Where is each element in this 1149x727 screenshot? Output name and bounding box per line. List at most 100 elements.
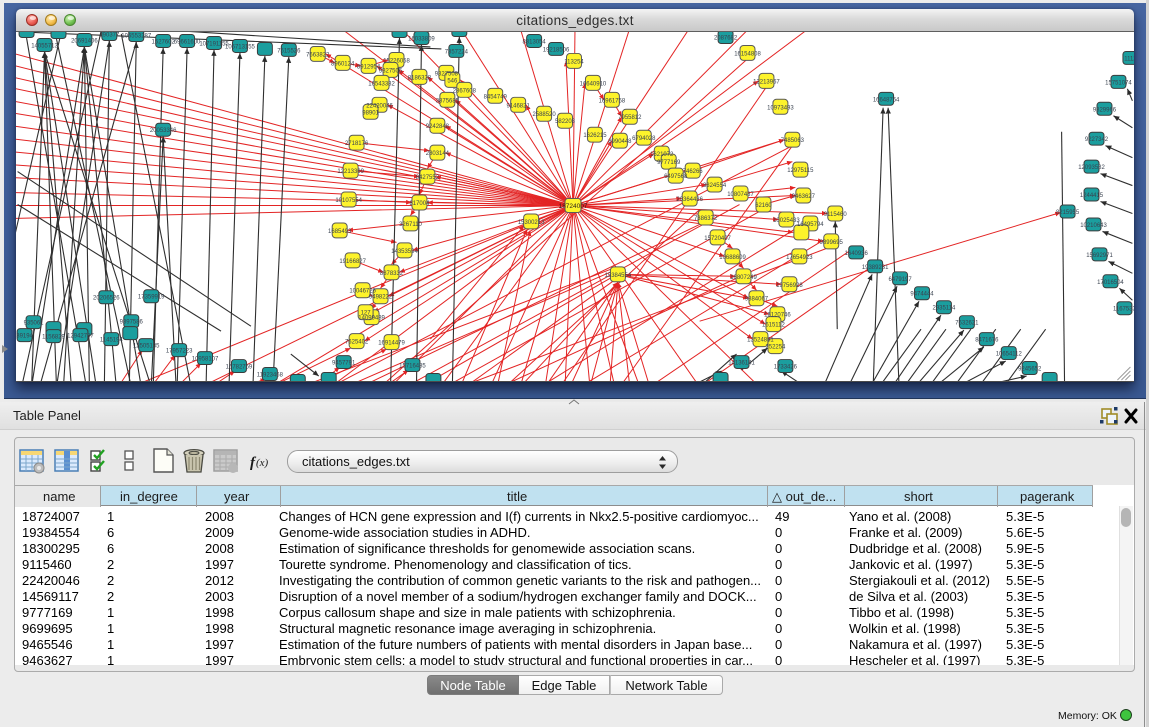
svg-text:15751074: 15751074 (1105, 80, 1132, 86)
svg-text:1167533: 1167533 (1113, 307, 1134, 313)
svg-text:9329966: 9329966 (1093, 107, 1117, 113)
svg-text:9463627: 9463627 (792, 194, 816, 200)
svg-text:19218506: 19218506 (543, 47, 570, 53)
svg-text:2087682: 2087682 (714, 35, 738, 41)
svg-text:15716485: 15716485 (399, 364, 426, 370)
svg-text:22420046: 22420046 (366, 103, 393, 109)
svg-text:6479197: 6479197 (888, 277, 912, 283)
svg-text:19756928: 19756928 (776, 283, 803, 289)
svg-text:(x): (x) (256, 457, 269, 469)
svg-text:935061: 935061 (24, 321, 45, 327)
svg-text:9397586: 9397586 (120, 320, 144, 326)
svg-text:17957223: 17957223 (166, 349, 193, 355)
svg-text:9245652: 9245652 (1018, 367, 1042, 373)
svg-text:12942737: 12942737 (67, 334, 94, 340)
svg-text:16033809: 16033809 (408, 36, 435, 42)
svg-text:15720407: 15720407 (704, 236, 731, 242)
svg-text:7485063: 7485063 (781, 138, 805, 144)
svg-text:3875685: 3875685 (436, 98, 460, 104)
svg-text:15384554: 15384554 (605, 273, 632, 279)
svg-text:9457791: 9457791 (332, 361, 356, 367)
svg-text:7663822: 7663822 (306, 52, 330, 58)
svg-text:19389231: 19389231 (862, 265, 889, 271)
svg-text:9146821: 9146821 (507, 103, 531, 109)
svg-text:8878332: 8878332 (380, 271, 404, 277)
svg-text:14136141: 14136141 (728, 361, 755, 367)
svg-text:13524851: 13524851 (747, 338, 774, 344)
svg-text:16782759: 16782759 (226, 365, 253, 371)
svg-text:12093582: 12093582 (1078, 165, 1105, 171)
svg-text:1244415: 1244415 (1080, 193, 1104, 199)
svg-text:127: 127 (361, 311, 372, 317)
svg-text:7632621: 7632621 (955, 321, 979, 327)
svg-text:1733426: 1733426 (774, 365, 798, 371)
svg-text:3267110: 3267110 (399, 222, 422, 228)
svg-text:2718176: 2718176 (345, 141, 369, 147)
svg-text:16648764: 16648764 (873, 97, 900, 103)
svg-text:252254: 252254 (765, 345, 786, 351)
svg-text:1640936: 1640936 (845, 251, 869, 257)
svg-text:10210643: 10210643 (1080, 223, 1107, 229)
svg-text:19166827: 19166827 (339, 259, 366, 265)
svg-text:69661600: 69661600 (174, 39, 201, 45)
svg-text:7386372: 7386372 (694, 216, 718, 222)
svg-text:9474444: 9474444 (910, 292, 934, 298)
svg-text:17359919: 17359919 (138, 295, 165, 301)
svg-text:1527602: 1527602 (152, 39, 176, 45)
svg-text:9899695: 9899695 (820, 240, 844, 246)
svg-text:15300213: 15300213 (518, 220, 545, 226)
svg-text:10654112: 10654112 (996, 352, 1023, 358)
svg-text:16914479: 16914479 (378, 341, 405, 347)
svg-text:8813054: 8813054 (522, 39, 546, 45)
svg-text:9242848: 9242848 (426, 124, 450, 130)
svg-text:10973493: 10973493 (767, 105, 794, 111)
svg-text:98901: 98901 (362, 110, 379, 116)
svg-text:16640910: 16640910 (580, 81, 607, 87)
svg-text:10688609: 10688609 (719, 255, 746, 261)
svg-text:2803144: 2803144 (426, 151, 450, 157)
svg-text:1615112: 1615112 (762, 323, 785, 329)
svg-text:9777169: 9777169 (657, 160, 681, 166)
svg-text:10958107: 10958107 (192, 357, 219, 363)
svg-text:8990448: 8990448 (608, 139, 632, 145)
svg-text:16154808: 16154808 (734, 51, 761, 57)
svg-text:20053346: 20053346 (150, 128, 177, 134)
svg-text:20206526: 20206526 (93, 296, 120, 302)
svg-text:546: 546 (447, 78, 458, 84)
svg-text:16495794: 16495794 (797, 222, 824, 228)
svg-text:12213369: 12213369 (337, 169, 364, 175)
svg-text:16807249: 16807249 (730, 275, 757, 281)
svg-text:9327508: 9327508 (435, 71, 459, 77)
svg-text:20364436: 20364436 (676, 197, 703, 203)
svg-text:14353594: 14353594 (391, 249, 418, 255)
svg-text:106713155: 106713155 (225, 44, 256, 50)
svg-text:7515526: 7515526 (277, 48, 301, 54)
svg-text:62160: 62160 (755, 203, 772, 209)
svg-text:18724007: 18724007 (559, 203, 588, 210)
svg-text:7955812: 7955812 (618, 115, 642, 121)
svg-text:16961758: 16961758 (599, 98, 626, 104)
svg-text:3824554: 3824554 (703, 183, 727, 189)
svg-text:12213967: 12213967 (753, 79, 780, 85)
svg-text:8454749: 8454749 (484, 94, 508, 100)
svg-text:1145194: 1145194 (100, 338, 123, 344)
svg-text:15226058: 15226058 (383, 58, 410, 64)
svg-text:10107554: 10107554 (335, 198, 362, 204)
svg-text:190377: 190377 (99, 32, 120, 38)
svg-text:9115460: 9115460 (824, 212, 847, 218)
svg-text:1626215: 1626215 (583, 133, 607, 139)
svg-text:17016504: 17016504 (1097, 280, 1124, 286)
svg-text:817004: 817004 (409, 201, 430, 207)
svg-text:12505135: 12505135 (133, 344, 160, 350)
svg-text:9227342: 9227342 (1085, 137, 1109, 143)
svg-text:10807487: 10807487 (727, 192, 754, 198)
svg-text:1621072: 1621072 (650, 152, 674, 158)
svg-text:8471676: 8471676 (975, 338, 999, 344)
svg-text:20691406: 20691406 (71, 38, 98, 44)
svg-text:16120746: 16120746 (764, 313, 791, 319)
svg-text:8427552: 8427552 (416, 175, 440, 181)
svg-text:16543382: 16543382 (368, 81, 395, 87)
svg-text:2867608: 2867608 (453, 88, 477, 94)
svg-text:9327506: 9327506 (379, 68, 403, 74)
svg-text:8912954: 8912954 (357, 64, 381, 70)
